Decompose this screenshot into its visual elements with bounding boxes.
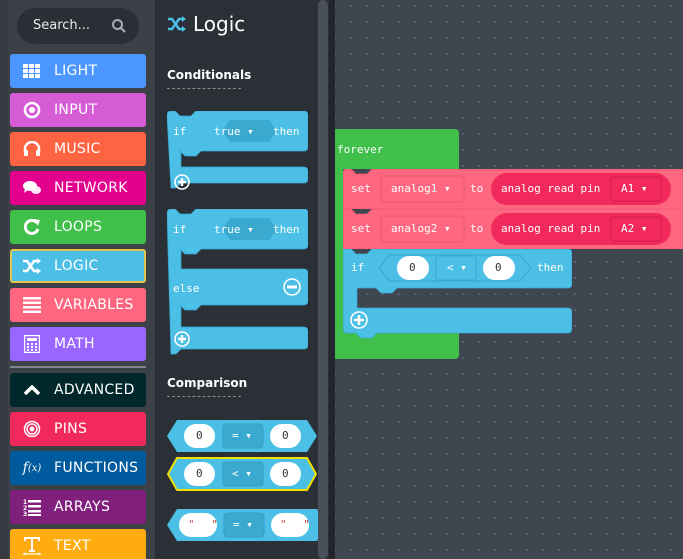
search-input[interactable]: Search...: [17, 8, 139, 44]
add-icon[interactable]: [174, 174, 190, 190]
right-operand[interactable]: 0: [282, 429, 289, 442]
to-label: to: [470, 222, 484, 235]
add-icon[interactable]: [350, 311, 368, 329]
numbered-list-icon: 123: [10, 498, 54, 516]
sidebar-edge: [0, 0, 8, 559]
category-variables[interactable]: VARIABLES: [10, 288, 146, 322]
variable-dropdown[interactable]: analog1 ▾: [391, 182, 451, 195]
category-label: ADVANCED: [54, 382, 135, 398]
category-advanced[interactable]: ADVANCED: [10, 373, 146, 407]
category-label: MATH: [54, 336, 95, 352]
then-label: then: [537, 261, 564, 274]
pin-dropdown[interactable]: A1 ▾: [621, 182, 648, 195]
search-icon[interactable]: [111, 18, 127, 34]
shuffle-icon: [10, 258, 54, 274]
set-variable-block[interactable]: set analog1 ▾ to analog read pin A1 ▾: [343, 169, 683, 209]
category-math[interactable]: MATH: [10, 327, 146, 361]
operator-dropdown[interactable]: < ▾: [232, 467, 252, 480]
category-music[interactable]: MUSIC: [10, 132, 146, 166]
workspace-if-block[interactable]: if 0 < ▾ 0 then: [343, 249, 572, 339]
category-text[interactable]: TEXT: [10, 529, 146, 559]
target-icon: [10, 101, 54, 119]
if-label: if: [173, 125, 187, 138]
section-conditionals: Conditionals: [167, 68, 251, 89]
category-pins[interactable]: PINS: [10, 412, 146, 446]
set-variable-block[interactable]: set analog2 ▾ to analog read pin A2 ▾: [343, 209, 683, 249]
category-light[interactable]: LIGHT: [10, 54, 146, 88]
right-string[interactable]: " ": [280, 518, 315, 531]
category-label: LIGHT: [54, 63, 98, 79]
if-then-block[interactable]: if true ▾ then: [167, 111, 308, 190]
function-icon: f (x): [22, 460, 42, 476]
analog-read-label: analog read pin: [501, 182, 601, 195]
condition-dropdown[interactable]: true ▾: [214, 125, 254, 138]
operator-dropdown[interactable]: = ▾: [233, 518, 253, 531]
if-label: if: [351, 261, 365, 274]
compare-less-block[interactable]: 0 < ▾ 0: [167, 457, 317, 491]
block-flyout: Logic Conditionals if true ▾ then if tru…: [155, 0, 335, 559]
if-else-block[interactable]: if true ▾ then else: [167, 209, 308, 355]
headphones-icon: [10, 141, 54, 157]
grid-icon: [10, 64, 54, 78]
compare-string-block[interactable]: " " = ▾ " ": [167, 508, 327, 542]
category-label: INPUT: [54, 102, 98, 118]
compare-equal-block[interactable]: 0 = ▾ 0: [167, 419, 317, 453]
svg-text:3: 3: [23, 511, 27, 516]
chat-icon: [10, 180, 54, 196]
category-label: LOGIC: [54, 258, 99, 274]
flyout-header: Logic: [167, 12, 245, 36]
then-label: then: [273, 125, 300, 138]
category-loops[interactable]: LOOPS: [10, 210, 146, 244]
left-operand[interactable]: 0: [409, 261, 416, 274]
workspace-canvas[interactable]: forever set analog1 ▾ to analog read pin…: [335, 0, 683, 559]
category-label: FUNCTIONS: [54, 460, 139, 476]
category-label: PINS: [54, 421, 88, 437]
right-operand[interactable]: 0: [282, 467, 289, 480]
pins-icon: [10, 420, 54, 438]
shuffle-icon: [168, 16, 186, 32]
add-icon[interactable]: [174, 331, 190, 347]
operator-dropdown[interactable]: < ▾: [447, 261, 467, 274]
pin-dropdown[interactable]: A2 ▾: [621, 222, 648, 235]
category-label: VARIABLES: [54, 297, 134, 313]
category-label: MUSIC: [54, 141, 101, 157]
search-placeholder: Search...: [33, 18, 91, 33]
left-operand[interactable]: 0: [196, 467, 203, 480]
analog-read-label: analog read pin: [501, 222, 601, 235]
category-sidebar: Search... LIGHT INPUT MUSIC NETWORK LOOP…: [0, 0, 155, 559]
category-label: LOOPS: [54, 219, 103, 235]
if-label: if: [173, 223, 187, 236]
to-label: to: [470, 182, 484, 195]
else-label: else: [173, 282, 200, 295]
right-operand[interactable]: 0: [495, 261, 502, 274]
category-functions[interactable]: f (x) FUNCTIONS: [10, 451, 146, 485]
text-icon: [10, 537, 54, 555]
set-label: set: [351, 182, 371, 195]
remove-icon[interactable]: [283, 278, 301, 296]
refresh-icon: [10, 218, 54, 236]
forever-label: forever: [337, 143, 384, 156]
list-icon: [10, 297, 54, 313]
chevron-up-icon: [10, 385, 54, 395]
sidebar-divider: [10, 366, 146, 368]
operator-dropdown[interactable]: = ▾: [232, 429, 252, 442]
then-label: then: [273, 223, 300, 236]
condition-dropdown[interactable]: true ▾: [214, 223, 254, 236]
category-label: TEXT: [54, 538, 91, 554]
category-arrays[interactable]: 123 ARRAYS: [10, 490, 146, 524]
flyout-scrollbar[interactable]: [318, 0, 328, 559]
left-string[interactable]: " ": [188, 518, 223, 531]
left-operand[interactable]: 0: [196, 429, 203, 442]
section-comparison: Comparison: [167, 376, 247, 397]
category-label: NETWORK: [54, 180, 128, 196]
category-input[interactable]: INPUT: [10, 93, 146, 127]
category-logic[interactable]: LOGIC: [10, 249, 146, 283]
set-label: set: [351, 222, 371, 235]
flyout-title: Logic: [193, 12, 246, 36]
calculator-icon: [10, 335, 54, 353]
category-label: ARRAYS: [54, 499, 111, 515]
category-network[interactable]: NETWORK: [10, 171, 146, 205]
variable-dropdown[interactable]: analog2 ▾: [391, 222, 451, 235]
